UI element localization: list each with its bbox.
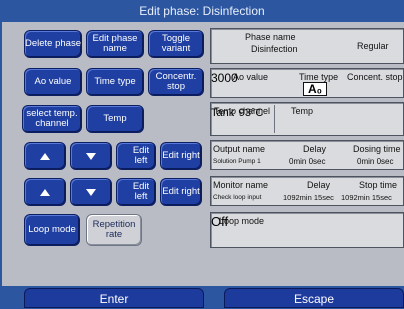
ao-card: Ao value 3000 Time type A₀ Concent. stop — [210, 68, 404, 98]
dosing-time-header: Dosing time — [353, 144, 401, 154]
enter-button[interactable]: Enter — [24, 288, 204, 308]
monitor-delay-value: 1092min 15sec — [283, 193, 334, 202]
temp-button[interactable]: Temp — [86, 105, 144, 133]
toggle-variant-button[interactable]: Toggle variant — [148, 30, 204, 58]
monitor-delay-header: Delay — [307, 180, 331, 190]
move-up-button-2[interactable] — [24, 178, 66, 206]
stop-time-header: Stop time — [359, 180, 398, 190]
temp-channel-header: Temp channel — [214, 106, 271, 116]
time-type-button[interactable]: Time type — [86, 68, 144, 96]
ao-value-header: Ao value — [233, 72, 269, 82]
edit-right-button-2[interactable]: Edit right — [160, 178, 202, 206]
escape-button[interactable]: Escape — [224, 288, 404, 308]
time-type-value: A₀ — [303, 82, 327, 96]
output-delay-value: 0min 0sec — [289, 157, 326, 166]
move-up-button-1[interactable] — [24, 142, 66, 170]
move-down-button-2[interactable] — [70, 178, 112, 206]
ao-value-button[interactable]: Ao value — [24, 68, 82, 96]
edit-right-button-1[interactable]: Edit right — [160, 142, 202, 170]
concent-stop-header: Concent. stop — [347, 72, 403, 82]
temp-card-divider — [274, 105, 275, 133]
output-name-header: Output name — [213, 144, 266, 154]
output-delay-header: Delay — [303, 144, 327, 154]
phase-name-header: Phase name — [245, 32, 296, 42]
output-card: Output name Solution Pump 1 Delay 0min 0… — [210, 140, 404, 170]
arrow-down-icon — [86, 152, 96, 160]
dosing-time-value: 0min 0sec — [357, 157, 394, 166]
monitor-name-value: Check loop input — [213, 194, 262, 201]
edit-left-button-2[interactable]: Edit left — [116, 178, 156, 206]
phase-name-value: Disinfection — [251, 44, 298, 54]
variant-value: Regular — [357, 41, 389, 51]
select-temp-channel-button[interactable]: select temp. channel — [22, 105, 82, 133]
concentr-stop-button[interactable]: Concentr. stop — [148, 68, 204, 96]
window-title: Edit phase: Disinfection — [0, 0, 404, 22]
arrow-down-icon — [86, 188, 96, 196]
arrow-up-icon — [40, 152, 50, 160]
monitor-card: Monitor name Check loop input Delay 1092… — [210, 176, 404, 206]
monitor-name-header: Monitor name — [213, 180, 269, 190]
arrow-up-icon — [40, 188, 50, 196]
repetition-rate-button[interactable]: Repetition rate — [86, 214, 142, 246]
loop-mode-card: Loop mode Off — [210, 212, 404, 248]
time-type-header: Time type — [299, 72, 339, 82]
loop-mode-button[interactable]: Loop mode — [24, 214, 80, 246]
edit-left-button-1[interactable]: Edit left — [116, 142, 156, 170]
stop-time-value: 1092min 15sec — [341, 193, 392, 202]
output-name-value: Solution Pump 1 — [213, 158, 261, 165]
phase-name-card: Phase name Disinfection Regular — [210, 28, 404, 64]
temp-card: Temp channel Tank Temp 93°C — [210, 102, 404, 136]
delete-phase-button[interactable]: Delete phase — [24, 30, 82, 58]
move-down-button-1[interactable] — [70, 142, 112, 170]
temp-header: Temp — [291, 106, 314, 116]
loop-mode-header: Loop mode — [219, 216, 265, 226]
edit-phase-name-button[interactable]: Edit phase name — [86, 30, 144, 58]
